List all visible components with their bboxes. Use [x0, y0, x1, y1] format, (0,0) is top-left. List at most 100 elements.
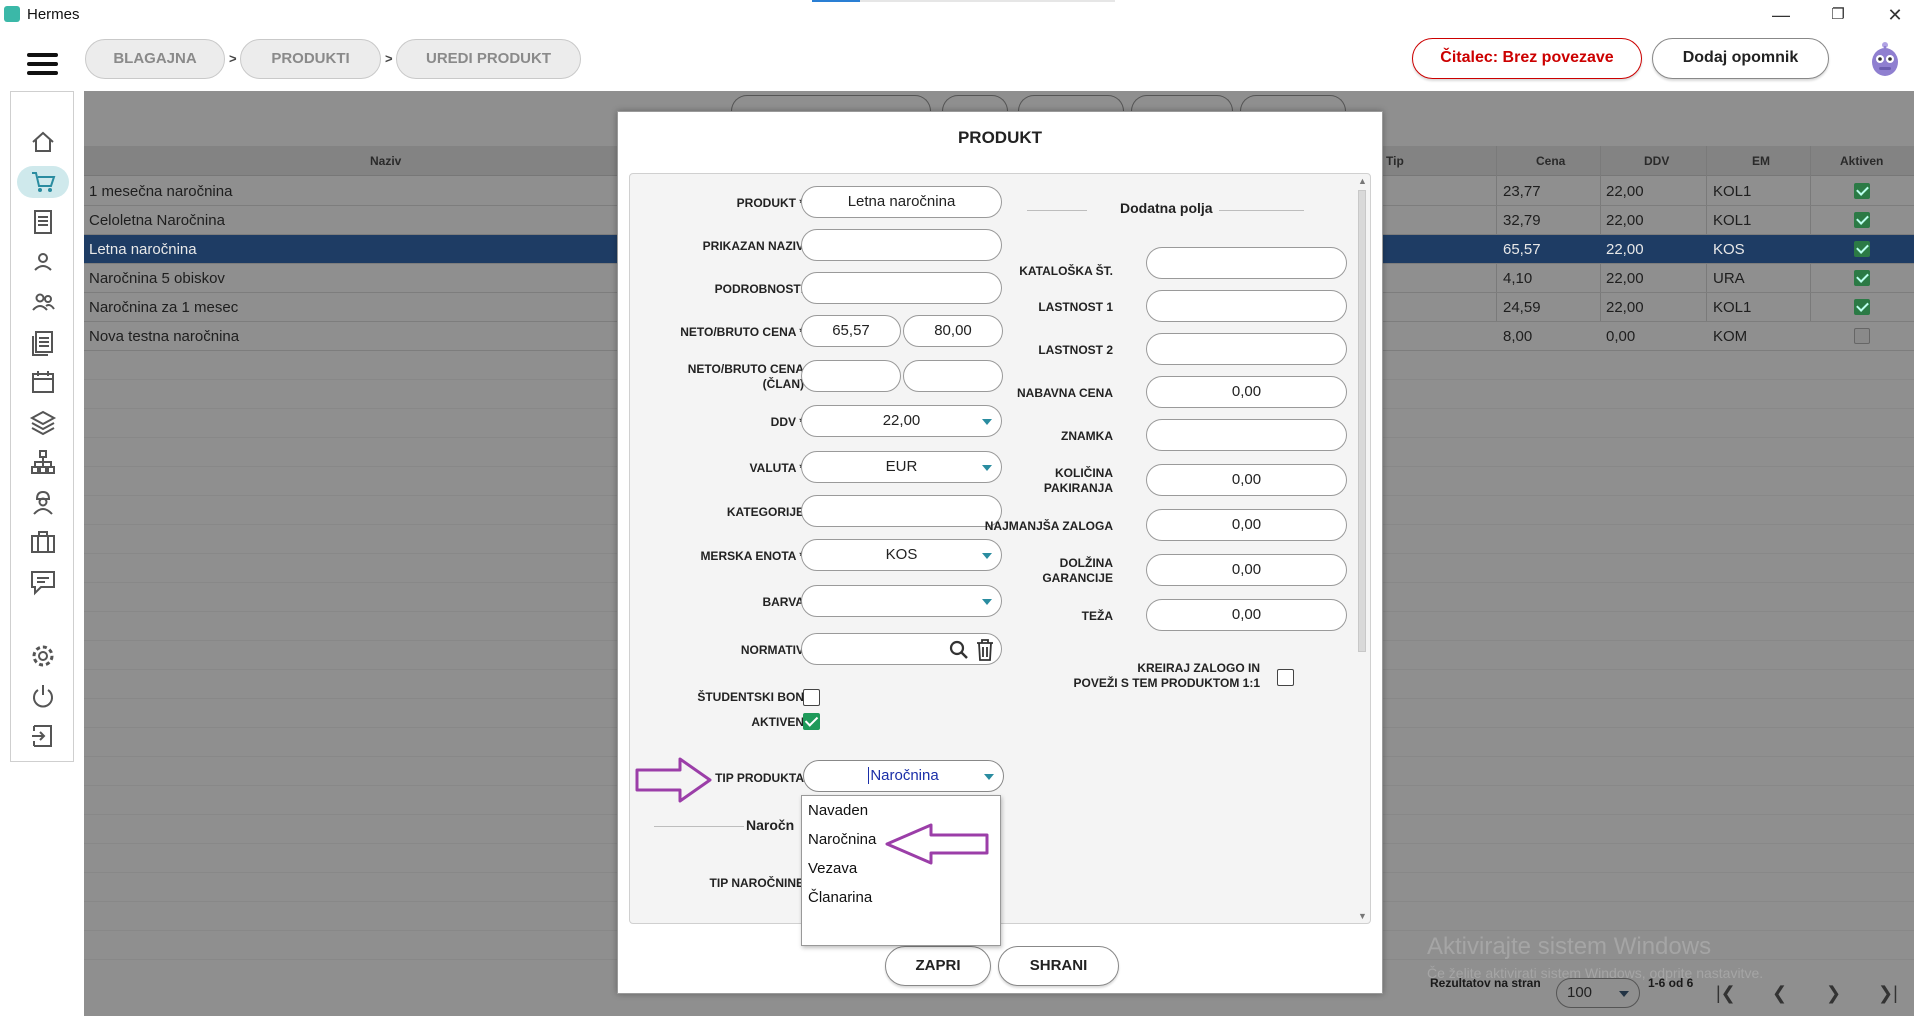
- power-icon[interactable]: [27, 680, 59, 712]
- col-header-price[interactable]: Cena: [1536, 154, 1565, 168]
- document-icon[interactable]: [27, 206, 59, 238]
- display-name-label: PRIKAZAN NAZIV: [702, 239, 804, 253]
- active-label: AKTIVEN: [751, 715, 804, 729]
- close-button[interactable]: ZAPRI: [885, 946, 991, 986]
- min-stock-input[interactable]: 0,00: [1146, 509, 1347, 541]
- add-reminder-button[interactable]: Dodaj opomnik: [1652, 38, 1829, 79]
- student-voucher-checkbox[interactable]: [803, 689, 820, 706]
- package-qty-input[interactable]: 0,00: [1146, 464, 1347, 496]
- brand-label: ZNAMKA: [1061, 429, 1113, 443]
- save-button[interactable]: SHRANI: [998, 946, 1119, 986]
- worker-icon[interactable]: [27, 486, 59, 518]
- calendar-icon[interactable]: [27, 366, 59, 398]
- warranty-input[interactable]: 0,00: [1146, 554, 1347, 586]
- active-checkbox[interactable]: [1854, 328, 1870, 344]
- property1-input[interactable]: [1146, 290, 1347, 322]
- col-header-vat[interactable]: DDV: [1644, 154, 1669, 168]
- close-window-button[interactable]: ✕: [1872, 2, 1918, 28]
- col-header-type[interactable]: Tip: [1386, 154, 1404, 168]
- cell-vat: 22,00: [1606, 299, 1644, 316]
- breadcrumb-uredi-produkt[interactable]: UREDI PRODUKT: [396, 39, 581, 79]
- layers-icon[interactable]: [27, 406, 59, 438]
- active-checkbox[interactable]: [803, 713, 820, 730]
- display-name-input[interactable]: [801, 229, 1002, 261]
- avatar[interactable]: [1868, 40, 1902, 78]
- purchase-price-label: NABAVNA CENA: [1017, 386, 1113, 400]
- net-member-price-input[interactable]: [801, 360, 901, 392]
- chevron-down-icon: [984, 774, 994, 780]
- cell-price: 65,57: [1503, 241, 1541, 258]
- restore-button[interactable]: ❐: [1815, 2, 1861, 28]
- briefcase-icon[interactable]: [27, 526, 59, 558]
- home-icon[interactable]: [27, 126, 59, 158]
- title-bar: Hermes — ❐ ✕: [0, 0, 1920, 30]
- first-page-icon[interactable]: |❮: [1716, 983, 1736, 1004]
- cell-price: 32,79: [1503, 212, 1541, 229]
- product-input[interactable]: Letna naročnina: [801, 186, 1002, 218]
- active-checkbox[interactable]: [1854, 299, 1870, 315]
- dropdown-option-narocnina[interactable]: Naročnina: [808, 831, 876, 848]
- dropdown-option-vezava[interactable]: Vezava: [808, 860, 857, 877]
- weight-input[interactable]: 0,00: [1146, 599, 1347, 631]
- cell-price: 23,77: [1503, 183, 1541, 200]
- catalog-number-input[interactable]: [1146, 247, 1347, 279]
- trash-icon[interactable]: [976, 639, 994, 661]
- brand-input[interactable]: [1146, 419, 1347, 451]
- breadcrumb-separator: >: [385, 51, 393, 66]
- results-per-page-select[interactable]: 100: [1556, 978, 1640, 1008]
- active-checkbox[interactable]: [1854, 270, 1870, 286]
- app-icon: [4, 6, 20, 22]
- active-checkbox[interactable]: [1854, 212, 1870, 228]
- next-page-icon[interactable]: ❯: [1826, 983, 1841, 1004]
- property2-input[interactable]: [1146, 333, 1347, 365]
- breadcrumb-blagajna[interactable]: BLAGAJNA: [85, 39, 225, 79]
- active-checkbox[interactable]: [1854, 183, 1870, 199]
- purchase-price-input[interactable]: 0,00: [1146, 376, 1347, 408]
- col-header-name[interactable]: Naziv: [370, 154, 401, 168]
- cell-vat: 22,00: [1606, 183, 1644, 200]
- menu-icon[interactable]: [27, 53, 58, 75]
- search-icon[interactable]: [949, 640, 969, 660]
- color-label: BARVA: [762, 595, 804, 609]
- network-icon[interactable]: [27, 446, 59, 478]
- gear-icon[interactable]: [27, 640, 59, 672]
- net-price-input[interactable]: 65,57: [801, 315, 901, 347]
- minimize-button[interactable]: —: [1758, 2, 1804, 28]
- col-header-active[interactable]: Aktiven: [1840, 154, 1883, 168]
- last-page-icon[interactable]: ❯|: [1878, 983, 1898, 1004]
- catalog-number-label: KATALOŠKA ŠT.: [1019, 264, 1113, 278]
- cell-vat: 22,00: [1606, 212, 1644, 229]
- reader-status-button[interactable]: Čitalec: Brez povezave: [1412, 38, 1642, 79]
- create-stock-checkbox[interactable]: [1277, 669, 1294, 686]
- list-icon[interactable]: [27, 326, 59, 358]
- categories-label: KATEGORIJE: [726, 505, 804, 519]
- active-checkbox[interactable]: [1854, 241, 1870, 257]
- breadcrumb-produkti[interactable]: PRODUKTI: [240, 39, 381, 79]
- cell-price: 24,59: [1503, 299, 1541, 316]
- dropdown-option-clanarina[interactable]: Članarina: [808, 889, 872, 906]
- min-stock-label: NAJMANJŠA ZALOGA: [984, 519, 1113, 533]
- logout-icon[interactable]: [27, 720, 59, 752]
- cell-unit: KOS: [1713, 241, 1745, 258]
- warranty-label: DOLŽINA GARANCIJE: [1042, 556, 1113, 585]
- details-label: PODROBNOSTI: [714, 282, 804, 296]
- dropdown-option-navaden[interactable]: Navaden: [808, 802, 868, 819]
- product-type-select[interactable]: Naročnina: [803, 760, 1004, 792]
- cell-name: Celoletna Naročnina: [89, 212, 225, 229]
- loading-progress-fill: [812, 0, 861, 2]
- results-per-page-label: Rezultatov na stran: [1430, 976, 1541, 990]
- cell-unit: URA: [1713, 270, 1745, 287]
- form-scrollbar[interactable]: ▲ ▼: [1356, 176, 1368, 921]
- cell-vat: 0,00: [1606, 328, 1636, 345]
- chat-icon[interactable]: [27, 566, 59, 598]
- loading-progress: [812, 0, 1115, 2]
- member-price-label: NETO/BRUTO CENA (ČLAN): [687, 362, 804, 391]
- scrollbar-thumb[interactable]: [1358, 190, 1366, 652]
- col-header-unit[interactable]: EM: [1752, 154, 1770, 168]
- cart-icon[interactable]: [17, 166, 69, 198]
- cell-price: 8,00: [1503, 328, 1533, 345]
- prev-page-icon[interactable]: ❮: [1772, 983, 1787, 1004]
- cell-name: Naročnina za 1 mesec: [89, 299, 239, 316]
- user-icon[interactable]: [27, 246, 59, 278]
- users-icon[interactable]: [27, 286, 59, 318]
